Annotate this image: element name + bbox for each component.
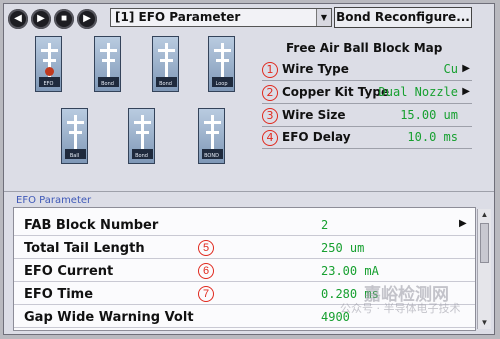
total-tail-length-value: 250 um	[321, 241, 365, 255]
play-button[interactable]: ▶	[77, 9, 97, 29]
wire-type-row[interactable]: 1 Wire Type Cu ▶	[262, 60, 470, 78]
callout-6: 6	[198, 263, 214, 279]
forward-button[interactable]: ▶	[31, 9, 51, 29]
play-icon: ▶	[83, 13, 91, 24]
table-row[interactable]: FAB Block Number 2 ▶	[14, 214, 475, 236]
callout-2: 2	[262, 84, 278, 101]
wire-type-label: Wire Type	[282, 62, 349, 76]
copper-kit-type-value: Dual Nozzle	[378, 85, 458, 99]
bond-reconfigure-button[interactable]: Bond Reconfigure...	[334, 7, 472, 28]
row-arrow-icon[interactable]: ▶	[459, 218, 467, 229]
efo-current-value: 23.00 mA	[321, 264, 379, 278]
callout-1: 1	[262, 61, 278, 78]
efo-delay-label: EFO Delay	[282, 130, 351, 144]
copper-kit-type-label: Copper Kit Type	[282, 85, 390, 99]
block-icon-bond-2[interactable]: Bond	[152, 36, 179, 92]
scrollbar-thumb[interactable]	[480, 223, 489, 263]
scroll-down-icon[interactable]: ▼	[478, 317, 491, 329]
callout-7: 7	[198, 286, 214, 302]
table-scrollbar[interactable]: ▲ ▼	[477, 209, 491, 329]
back-icon: ◀	[14, 13, 22, 24]
copper-kit-type-row[interactable]: 2 Copper Kit Type Dual Nozzle ▶	[262, 83, 470, 101]
wire-size-label: Wire Size	[282, 108, 346, 122]
selected-marker-icon	[45, 67, 54, 76]
callout-3: 3	[262, 107, 278, 124]
efo-parameter-window: ◀ ▶ ■ ▶ [1] EFO Parameter ▼ Bond Reconfi…	[3, 3, 495, 335]
chevron-down-icon[interactable]: ▼	[316, 9, 331, 26]
wire-size-row[interactable]: 3 Wire Size 15.00 um	[262, 106, 470, 124]
wire-size-value: 15.00 um	[400, 108, 458, 122]
block-icon-ball[interactable]: Ball	[61, 108, 88, 164]
efo-panel-title: EFO Parameter	[16, 195, 92, 206]
table-row[interactable]: EFO Current 6 23.00 mA	[14, 260, 475, 282]
fab-block-number-value: 2	[321, 218, 329, 232]
parameter-select[interactable]: [1] EFO Parameter ▼	[110, 8, 332, 27]
block-icon-bond-1[interactable]: Bond	[94, 36, 121, 92]
row-arrow-icon[interactable]: ▶	[462, 83, 470, 101]
parameter-select-value: [1] EFO Parameter	[115, 10, 241, 24]
block-map-title: Free Air Ball Block Map	[286, 41, 443, 55]
row-arrow-icon[interactable]: ▶	[462, 60, 470, 78]
callout-5: 5	[198, 240, 214, 256]
callout-4: 4	[262, 129, 278, 146]
stop-icon: ■	[60, 13, 68, 24]
back-button[interactable]: ◀	[8, 9, 28, 29]
efo-delay-value: 10.0 ms	[407, 130, 458, 144]
block-icon-bond-3[interactable]: Bond	[128, 108, 155, 164]
block-icon-efo[interactable]: EFO	[35, 36, 62, 92]
table-row[interactable]: Total Tail Length 5 250 um	[14, 237, 475, 259]
efo-delay-row[interactable]: 4 EFO Delay 10.0 ms	[262, 128, 470, 146]
watermark: 嘉峪检测网 公众号 · 半导体电子技术	[340, 285, 461, 315]
wire-type-value: Cu	[443, 62, 458, 76]
scroll-up-icon[interactable]: ▲	[478, 209, 491, 221]
block-icon-loop[interactable]: Loop	[208, 36, 235, 92]
block-icon-bond-4[interactable]: BOND	[198, 108, 225, 164]
stop-button[interactable]: ■	[54, 9, 74, 29]
forward-icon: ▶	[37, 13, 45, 24]
